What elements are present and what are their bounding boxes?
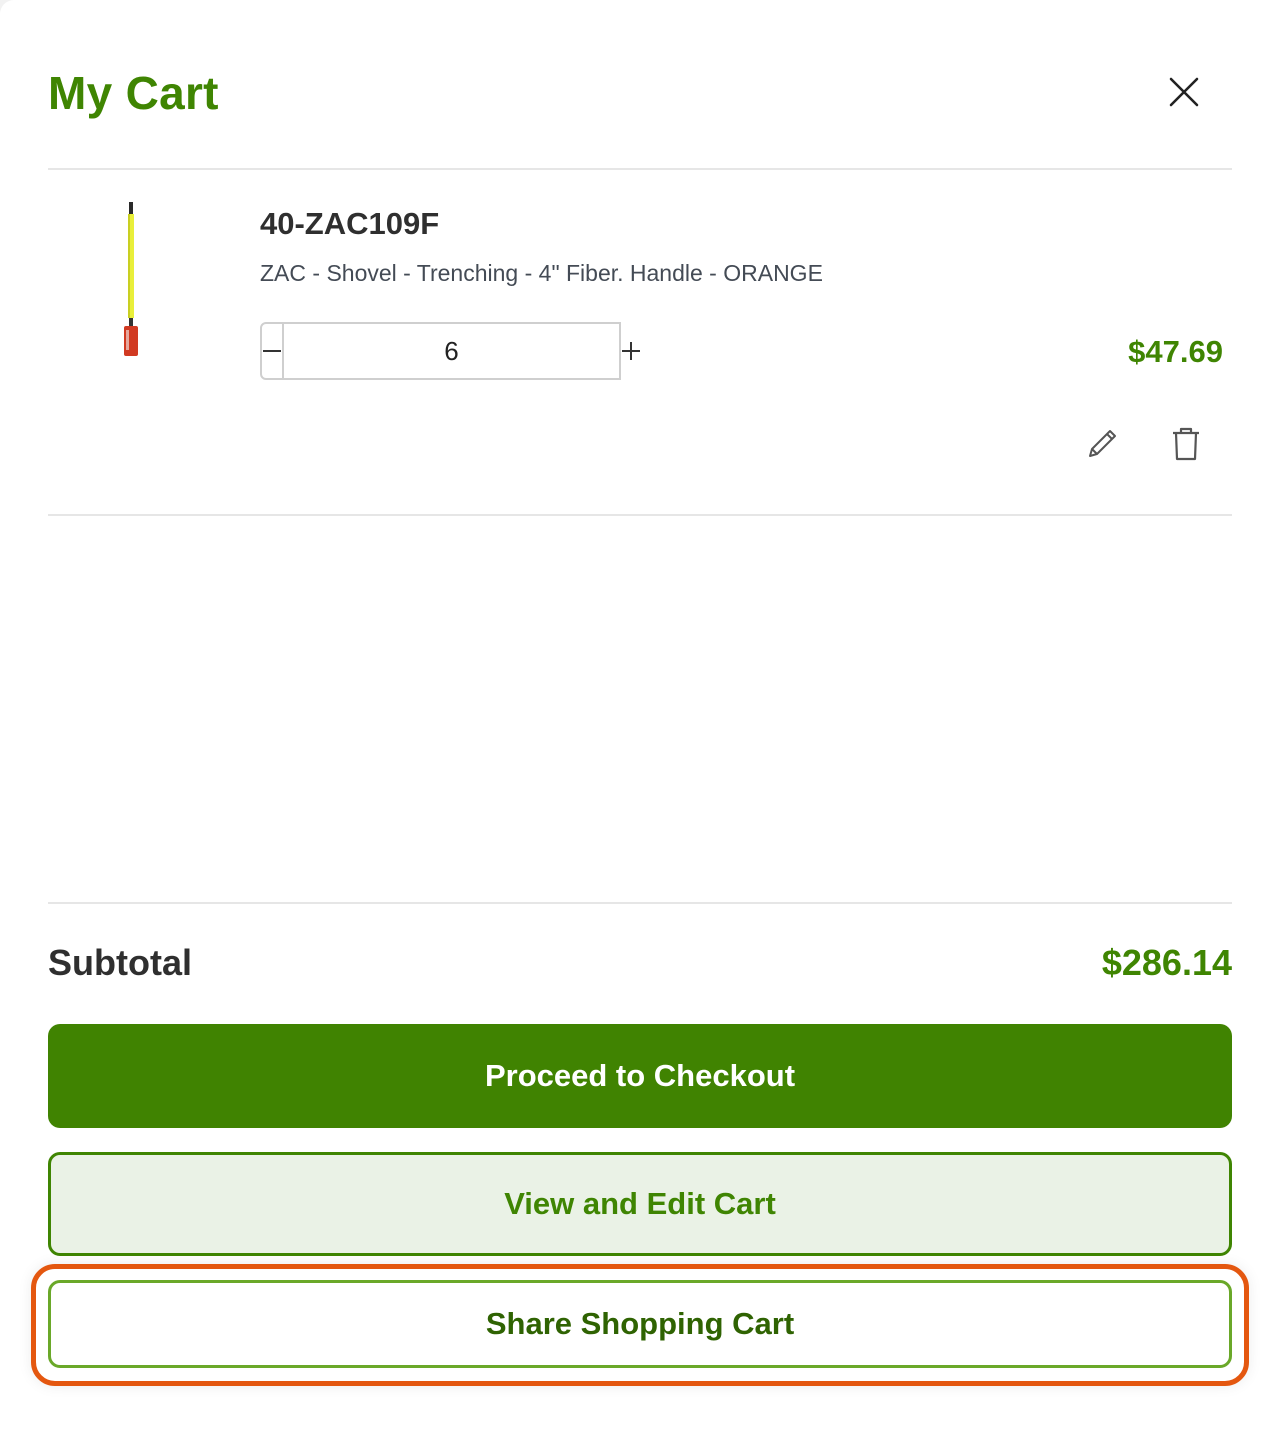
plus-icon <box>622 342 640 360</box>
quantity-input[interactable] <box>282 322 621 380</box>
subtotal-label: Subtotal <box>48 942 192 983</box>
page-title: My Cart <box>48 67 219 119</box>
quantity-stepper <box>260 322 640 380</box>
summary-divider <box>48 902 1232 904</box>
item-description: ZAC - Shovel - Trenching - 4" Fiber. Han… <box>260 260 823 286</box>
item-sku[interactable]: 40-ZAC109F <box>260 206 439 242</box>
product-image[interactable] <box>108 200 154 362</box>
delete-item-button[interactable] <box>1164 422 1208 466</box>
minus-icon <box>263 350 281 352</box>
pencil-icon <box>1089 430 1116 457</box>
item-price: $47.69 <box>1128 334 1223 369</box>
header-divider <box>48 168 1232 170</box>
edit-item-button[interactable] <box>1080 422 1124 466</box>
increase-quantity-button[interactable] <box>621 324 641 378</box>
trash-icon <box>1173 427 1199 461</box>
view-and-edit-cart-button[interactable]: View and Edit Cart <box>48 1152 1232 1256</box>
subtotal-value: $286.14 <box>1101 942 1232 983</box>
item-divider <box>48 514 1232 516</box>
cart-panel: My Cart 40-ZAC109F ZAC - Shovel - Trench… <box>0 0 1280 1440</box>
share-shopping-cart-button[interactable]: Share Shopping Cart <box>48 1280 1232 1368</box>
close-button[interactable] <box>1164 72 1204 112</box>
close-icon <box>1169 77 1199 107</box>
cart-header: My Cart <box>48 60 1232 130</box>
decrease-quantity-button[interactable] <box>262 324 282 378</box>
proceed-to-checkout-button[interactable]: Proceed to Checkout <box>48 1024 1232 1128</box>
